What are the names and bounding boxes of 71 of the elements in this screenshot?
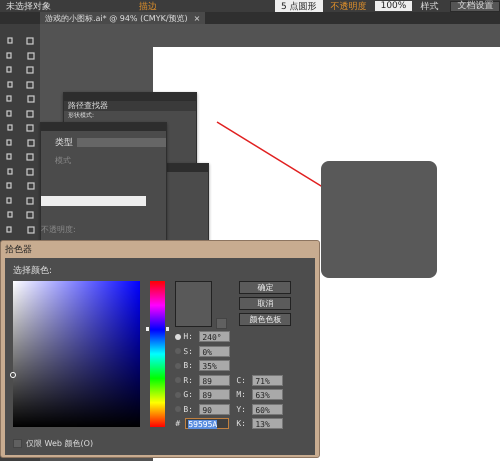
tool-icon: [25, 50, 35, 61]
picker-marker-icon: [10, 371, 16, 379]
color-field[interactable]: [13, 281, 140, 427]
field-label: H:: [183, 332, 194, 342]
tool-icon: [25, 80, 35, 90]
panel-header[interactable]: [166, 164, 208, 172]
tool-icon: [25, 123, 35, 134]
field-label: M:: [236, 390, 247, 400]
value-field[interactable]: 60%: [252, 404, 284, 415]
field-label: G:: [183, 390, 194, 400]
field-label: R:: [183, 376, 194, 385]
value-field[interactable]: 89: [199, 374, 230, 386]
field-label: B:: [183, 404, 194, 414]
tool-icon: [25, 152, 35, 162]
opacity-label: 不透明度:: [41, 224, 77, 234]
mode-label: 模式: [54, 154, 72, 166]
tool-icon: [25, 94, 35, 104]
tool-icon: [25, 181, 35, 192]
value-field[interactable]: 240°: [199, 331, 230, 342]
prompt-label: 选择颜色:: [13, 264, 54, 277]
tool-icon: [5, 36, 15, 46]
dialog-button[interactable]: 颜色色板: [239, 313, 292, 326]
value-field[interactable]: 0%: [199, 346, 230, 357]
dialog-title: 拾色器: [5, 245, 32, 255]
tool-icon: [25, 138, 35, 148]
tool-icon: [25, 210, 35, 220]
tool-icon: [25, 108, 35, 119]
field-label: S:: [183, 346, 194, 356]
tool-icon: [25, 65, 35, 76]
panel-header[interactable]: [41, 123, 166, 131]
tool-icon: [5, 80, 15, 90]
opacity-field[interactable]: 100%: [374, 1, 412, 11]
field-label: Y:: [236, 404, 247, 414]
type-label: 类型: [55, 136, 73, 150]
close-button[interactable]: ×: [194, 14, 200, 22]
panel-header[interactable]: [64, 93, 196, 101]
gamut-icon: [216, 318, 228, 329]
tool-icon: [25, 166, 35, 177]
dialog-button[interactable]: 确定: [239, 281, 292, 294]
field-label: K:: [236, 419, 247, 428]
style-label: 样式: [420, 0, 438, 12]
hue-marker[interactable]: [146, 327, 170, 332]
checkbox-label: 仅限 Web 颜色(O): [26, 438, 94, 449]
document-setup-button[interactable]: 文档设置: [450, 0, 500, 12]
stroke-label[interactable]: 描边: [139, 0, 157, 12]
document-title: 游戏的小图标.ai* @ 94% (CMYK/预览): [45, 12, 188, 24]
checkbox[interactable]: [13, 438, 22, 448]
tool-icon: [5, 210, 15, 220]
value-field[interactable]: 35%: [199, 360, 230, 372]
brush-dropdown[interactable]: 5 点圆形: [275, 0, 323, 12]
value-field[interactable]: 90: [199, 404, 230, 415]
tool-icon: [25, 196, 35, 206]
value-field[interactable]: 89: [199, 389, 230, 400]
dialog-button[interactable]: 取消: [239, 297, 292, 310]
color-preview: [175, 281, 212, 327]
tool-icon: [25, 36, 35, 46]
hex-label: #: [175, 419, 182, 428]
document-tab[interactable]: 游戏的小图标.ai* @ 94% (CMYK/预览) ×: [40, 12, 206, 24]
opacity-label[interactable]: 不透明度: [330, 0, 367, 12]
hue-slider[interactable]: [146, 281, 170, 427]
field-label: B:: [183, 361, 194, 370]
value-field[interactable]: 71%: [252, 374, 284, 386]
value-field[interactable]: 13%: [252, 418, 284, 430]
value-field[interactable]: 63%: [252, 389, 284, 400]
type-dropdown[interactable]: [77, 138, 166, 148]
tool-icon: [25, 224, 35, 235]
tool-icon: [5, 166, 15, 177]
radio-button[interactable]: [175, 334, 182, 340]
field-label: C:: [236, 376, 247, 385]
selection-status: 未选择对象: [6, 0, 51, 12]
tool-icon: [5, 123, 15, 134]
